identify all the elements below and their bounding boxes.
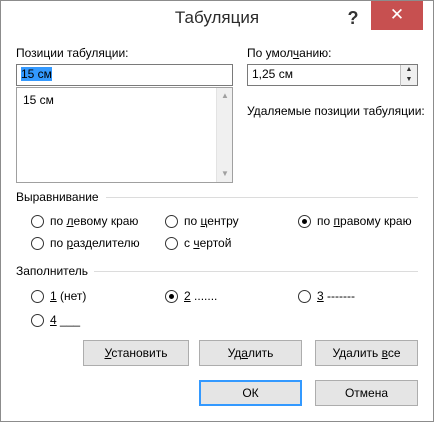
spin-up-icon[interactable]: ▲ [401, 65, 417, 75]
leader-label: Заполнитель [16, 264, 89, 278]
list-scrollbar[interactable]: ▲ ▼ [216, 88, 232, 182]
default-stops-label: По умолчанию: [247, 46, 332, 60]
cancel-button[interactable]: Отмена [315, 380, 418, 406]
title-bar: Табуляция ? ✕ [1, 1, 433, 37]
tab-positions-label: Позиции табуляции: [16, 46, 129, 60]
radio-leader-3[interactable] [298, 290, 311, 303]
radio-leader-4-label[interactable]: 4 ___ [50, 313, 80, 327]
clear-positions-label: Удаляемые позиции табуляции: [247, 104, 425, 118]
close-icon[interactable]: ✕ [371, 1, 423, 30]
leader-divider [94, 271, 418, 272]
radio-align-center-label[interactable]: по центру [184, 214, 239, 228]
radio-align-right-label[interactable]: по правому краю [317, 214, 412, 228]
alignment-label: Выравнивание [16, 190, 99, 204]
tab-position-input[interactable]: 15 см [16, 64, 233, 86]
tabs-dialog: Табуляция ? ✕ Позиции табуляции: 15 см 1… [0, 0, 434, 422]
default-stops-spinner[interactable]: ▲ ▼ [400, 65, 417, 86]
default-stops-input[interactable]: 1,25 см ▲ ▼ [247, 64, 418, 86]
tab-position-input-value: 15 см [21, 67, 52, 81]
radio-align-left-label[interactable]: по левому краю [50, 214, 138, 228]
help-icon[interactable]: ? [341, 6, 365, 30]
clear-all-button[interactable]: Удалить все [315, 340, 418, 366]
list-item[interactable]: 15 см [23, 93, 54, 107]
tab-positions-list[interactable]: 15 см ▲ ▼ [16, 87, 233, 183]
scroll-up-icon[interactable]: ▲ [217, 88, 233, 104]
radio-align-bar-label[interactable]: с чертой [184, 236, 231, 250]
radio-leader-1[interactable] [31, 290, 44, 303]
radio-align-right[interactable] [298, 215, 311, 228]
radio-leader-2-label[interactable]: 2 ....... [184, 289, 217, 303]
clear-button[interactable]: Удалить [199, 340, 302, 366]
ok-button[interactable]: ОК [199, 380, 302, 406]
radio-align-decimal-label[interactable]: по разделителю [50, 236, 140, 250]
scroll-down-icon[interactable]: ▼ [217, 166, 233, 182]
radio-align-bar[interactable] [165, 237, 178, 250]
default-stops-value: 1,25 см [252, 67, 293, 81]
radio-align-left[interactable] [31, 215, 44, 228]
radio-leader-4[interactable] [31, 314, 44, 327]
radio-leader-2[interactable] [165, 290, 178, 303]
radio-leader-1-label[interactable]: 1 (нет) [50, 289, 86, 303]
dialog-title: Табуляция [174, 8, 260, 27]
set-button[interactable]: Установить [83, 340, 189, 366]
spin-down-icon[interactable]: ▼ [401, 75, 417, 85]
radio-align-decimal[interactable] [31, 237, 44, 250]
radio-leader-3-label[interactable]: 3 ------- [317, 289, 355, 303]
alignment-divider [106, 197, 418, 198]
radio-align-center[interactable] [165, 215, 178, 228]
